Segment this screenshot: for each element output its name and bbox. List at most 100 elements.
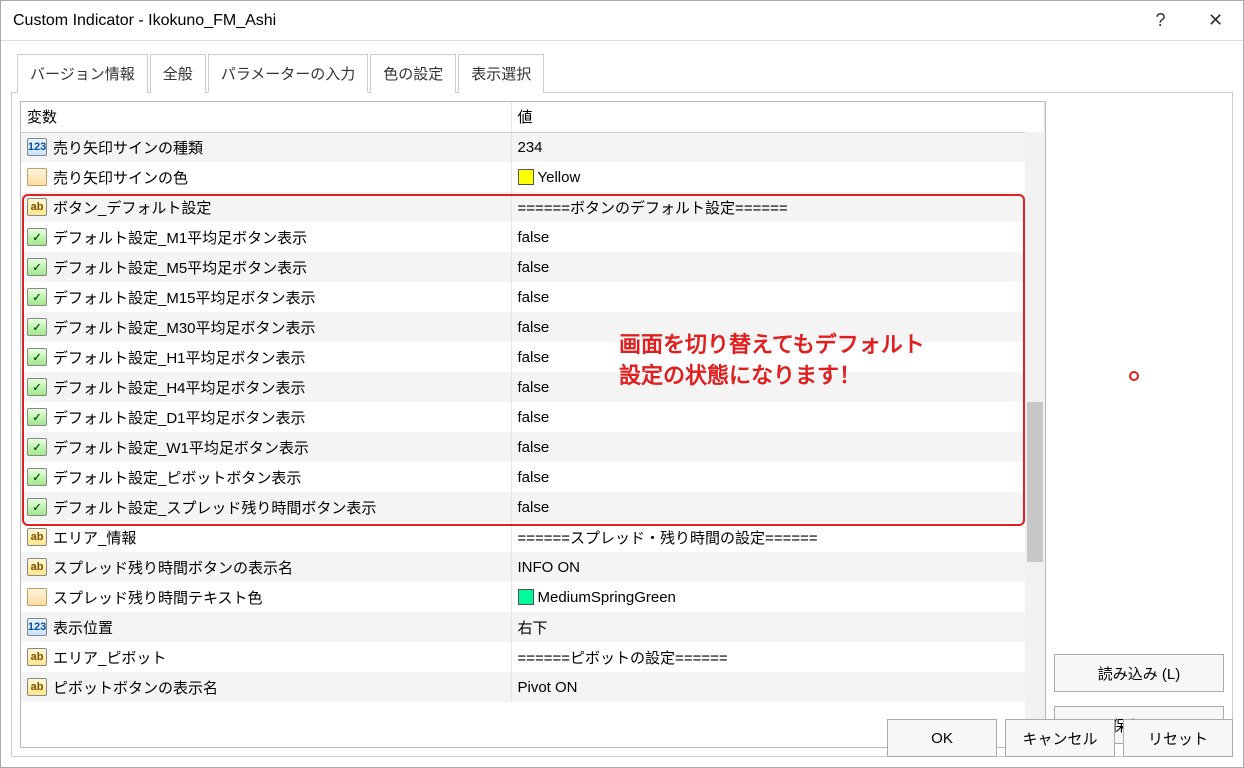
variable-cell[interactable]: ✓デフォルト設定_W1平均足ボタン表示 bbox=[21, 432, 511, 462]
ok-button[interactable]: OK bbox=[887, 719, 997, 757]
col-header-variable[interactable]: 変数 bbox=[21, 102, 511, 132]
variable-cell[interactable]: abスプレッド残り時間ボタンの表示名 bbox=[21, 552, 511, 582]
variable-cell[interactable]: ✓デフォルト設定_M30平均足ボタン表示 bbox=[21, 312, 511, 342]
variable-name: エリア_情報 bbox=[53, 527, 136, 548]
table-row[interactable]: ✓デフォルト設定_W1平均足ボタン表示 false bbox=[21, 432, 1045, 462]
tab-bar: バージョン情報 全般 パラメーターの入力 色の設定 表示選択 bbox=[11, 53, 1233, 92]
variable-cell[interactable]: 123売り矢印サインの種類 bbox=[21, 132, 511, 162]
content-area: バージョン情報 全般 パラメーターの入力 色の設定 表示選択 変数 値 123売… bbox=[1, 41, 1243, 767]
value-text: ======スプレッド・残り時間の設定====== bbox=[518, 527, 818, 548]
str-type-icon: ab bbox=[27, 678, 47, 696]
value-cell[interactable]: INFO ON bbox=[511, 552, 1045, 582]
table-row[interactable]: abエリア_ピボット======ピボットの設定====== bbox=[21, 642, 1045, 672]
table-row[interactable]: abボタン_デフォルト設定======ボタンのデフォルト設定====== bbox=[21, 192, 1045, 222]
tab-display[interactable]: 表示選択 bbox=[458, 54, 544, 93]
table-row[interactable]: スプレッド残り時間テキスト色 MediumSpringGreen bbox=[21, 582, 1045, 612]
variable-cell[interactable]: abエリア_情報 bbox=[21, 522, 511, 552]
value-cell[interactable]: Yellow bbox=[511, 162, 1045, 192]
table-row[interactable]: 123売り矢印サインの種類234 bbox=[21, 132, 1045, 162]
variable-cell[interactable]: ✓デフォルト設定_ピボットボタン表示 bbox=[21, 462, 511, 492]
vertical-scrollbar[interactable] bbox=[1025, 132, 1045, 747]
variable-name: ピボットボタンの表示名 bbox=[53, 677, 218, 698]
variable-cell[interactable]: スプレッド残り時間テキスト色 bbox=[21, 582, 511, 612]
variable-cell[interactable]: 売り矢印サインの色 bbox=[21, 162, 511, 192]
variable-name: デフォルト設定_M1平均足ボタン表示 bbox=[53, 227, 307, 248]
value-cell[interactable]: ======ピボットの設定====== bbox=[511, 642, 1045, 672]
variable-cell[interactable]: 123表示位置 bbox=[21, 612, 511, 642]
variable-cell[interactable]: ✓デフォルト設定_H1平均足ボタン表示 bbox=[21, 342, 511, 372]
annotation-marker-circle bbox=[1129, 371, 1139, 381]
variable-name: スプレッド残り時間テキスト色 bbox=[53, 587, 263, 608]
bool-type-icon: ✓ bbox=[27, 258, 47, 276]
str-type-icon: ab bbox=[27, 198, 47, 216]
value-cell[interactable]: false bbox=[511, 222, 1045, 252]
scrollbar-thumb[interactable] bbox=[1027, 402, 1043, 562]
variable-name: デフォルト設定_M15平均足ボタン表示 bbox=[53, 287, 316, 308]
table-row[interactable]: ab ピボットボタンの表示名 Pivot ON bbox=[21, 672, 1045, 702]
table-row[interactable]: ✓デフォルト設定_H1平均足ボタン表示 false bbox=[21, 342, 1045, 372]
table-row[interactable]: abスプレッド残り時間ボタンの表示名INFO ON bbox=[21, 552, 1045, 582]
value-cell[interactable]: MediumSpringGreen bbox=[511, 582, 1045, 612]
value-text: false bbox=[518, 379, 550, 396]
close-button[interactable]: ✕ bbox=[1188, 1, 1243, 40]
table-row[interactable]: ✓デフォルト設定_スプレッド残り時間ボタン表示false bbox=[21, 492, 1045, 522]
cancel-button[interactable]: キャンセル bbox=[1005, 719, 1115, 757]
variable-cell[interactable]: ✓デフォルト設定_M1平均足ボタン表示 bbox=[21, 222, 511, 252]
tab-parameters[interactable]: パラメーターの入力 bbox=[208, 54, 369, 93]
value-cell[interactable]: 右下 bbox=[511, 612, 1045, 642]
value-cell[interactable]: false bbox=[511, 372, 1045, 402]
value-cell[interactable]: false bbox=[511, 432, 1045, 462]
table-row[interactable]: 売り矢印サインの色 Yellow bbox=[21, 162, 1045, 192]
variable-cell[interactable]: abエリア_ピボット bbox=[21, 642, 511, 672]
variable-name: デフォルト設定_D1平均足ボタン表示 bbox=[53, 407, 306, 428]
value-cell[interactable]: false bbox=[511, 462, 1045, 492]
reset-button[interactable]: リセット bbox=[1123, 719, 1233, 757]
col-header-value[interactable]: 値 bbox=[511, 102, 1045, 132]
tab-general[interactable]: 全般 bbox=[150, 54, 206, 93]
variable-cell[interactable]: ✓デフォルト設定_M15平均足ボタン表示 bbox=[21, 282, 511, 312]
bool-type-icon: ✓ bbox=[27, 408, 47, 426]
value-text: false bbox=[518, 319, 550, 336]
value-cell[interactable]: ======スプレッド・残り時間の設定====== bbox=[511, 522, 1045, 552]
value-text: false bbox=[518, 439, 550, 456]
color-swatch bbox=[518, 169, 534, 185]
variable-name: デフォルト設定_スプレッド残り時間ボタン表示 bbox=[53, 497, 376, 518]
table-row[interactable]: ✓デフォルト設定_H4平均足ボタン表示 false bbox=[21, 372, 1045, 402]
table-row[interactable]: ✓デフォルト設定_M1平均足ボタン表示false bbox=[21, 222, 1045, 252]
value-cell[interactable]: false bbox=[511, 312, 1045, 342]
variable-name: デフォルト設定_W1平均足ボタン表示 bbox=[53, 437, 309, 458]
table-row[interactable]: ✓デフォルト設定_M30平均足ボタン表示 false bbox=[21, 312, 1045, 342]
bool-type-icon: ✓ bbox=[27, 318, 47, 336]
value-text: MediumSpringGreen bbox=[538, 589, 676, 606]
value-cell[interactable]: Pivot ON bbox=[511, 672, 1045, 702]
table-row[interactable]: ✓デフォルト設定_M5平均足ボタン表示false bbox=[21, 252, 1045, 282]
tab-version[interactable]: バージョン情報 bbox=[17, 54, 148, 93]
variable-cell[interactable]: ab ピボットボタンの表示名 bbox=[21, 672, 511, 702]
value-text: Yellow bbox=[538, 169, 581, 186]
variable-cell[interactable]: abボタン_デフォルト設定 bbox=[21, 192, 511, 222]
value-cell[interactable]: ======ボタンのデフォルト設定====== bbox=[511, 192, 1045, 222]
value-cell[interactable]: false bbox=[511, 402, 1045, 432]
table-row[interactable]: abエリア_情報 ======スプレッド・残り時間の設定====== bbox=[21, 522, 1045, 552]
titlebar: Custom Indicator - Ikokuno_FM_Ashi ? ✕ bbox=[1, 1, 1243, 41]
table-row[interactable]: 123表示位置右下 bbox=[21, 612, 1045, 642]
variable-cell[interactable]: ✓デフォルト設定_H4平均足ボタン表示 bbox=[21, 372, 511, 402]
value-cell[interactable]: false bbox=[511, 492, 1045, 522]
value-cell[interactable]: false bbox=[511, 252, 1045, 282]
value-text: false bbox=[518, 349, 550, 366]
variable-cell[interactable]: ✓デフォルト設定_M5平均足ボタン表示 bbox=[21, 252, 511, 282]
num-type-icon: 123 bbox=[27, 138, 47, 156]
load-button[interactable]: 読み込み (L) bbox=[1054, 654, 1224, 692]
value-cell[interactable]: 234 bbox=[511, 132, 1045, 162]
help-button[interactable]: ? bbox=[1133, 1, 1188, 40]
variable-cell[interactable]: ✓デフォルト設定_スプレッド残り時間ボタン表示 bbox=[21, 492, 511, 522]
table-row[interactable]: ✓デフォルト設定_ピボットボタン表示false bbox=[21, 462, 1045, 492]
value-cell[interactable]: false bbox=[511, 342, 1045, 372]
tab-colors[interactable]: 色の設定 bbox=[370, 54, 456, 93]
bool-type-icon: ✓ bbox=[27, 378, 47, 396]
table-row[interactable]: ✓デフォルト設定_M15平均足ボタン表示false bbox=[21, 282, 1045, 312]
variable-cell[interactable]: ✓ デフォルト設定_D1平均足ボタン表示 bbox=[21, 402, 511, 432]
value-cell[interactable]: false bbox=[511, 282, 1045, 312]
table-row[interactable]: ✓ デフォルト設定_D1平均足ボタン表示 false bbox=[21, 402, 1045, 432]
variable-name: デフォルト設定_H1平均足ボタン表示 bbox=[53, 347, 306, 368]
